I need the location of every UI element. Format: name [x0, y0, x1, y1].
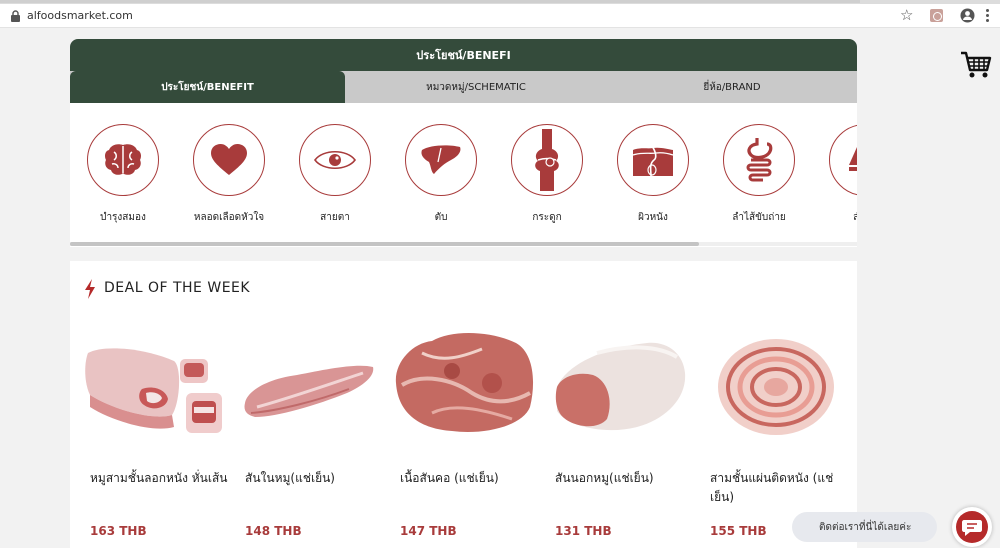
benefit-panel: ประโยชน์/BENEFI ประโยชน์/BENEFIT หมวดหมู…	[70, 39, 857, 247]
category-tabs: ประโยชน์/BENEFIT หมวดหมู่/SCHEMATIC ยี่ห…	[70, 71, 857, 103]
product-card[interactable]: เนื้อสันคอ (แช่เย็น) 147 THB	[392, 323, 542, 538]
category-label: หลอดเลือดหัวใจ	[193, 212, 265, 223]
category-label: สายตา	[320, 212, 350, 223]
product-name[interactable]: เนื้อสันคอ (แช่เย็น)	[400, 469, 540, 488]
category-label: สำหร	[812, 210, 857, 225]
intestine-icon	[746, 138, 773, 182]
lock-icon	[11, 10, 20, 22]
chat-button-fill	[956, 511, 988, 543]
product-price: 155 THB	[710, 524, 767, 538]
star-icon[interactable]: ☆	[900, 6, 913, 24]
product-name[interactable]: หมูสามชั้นลอกหนัง หั่นเส้น	[90, 469, 230, 488]
section-title: DEAL OF THE WEEK	[104, 280, 251, 296]
benefit-categories: บำรุงสมอง หลอดเลือดหัวใจ สายตา ตับ กระดู…	[70, 124, 857, 234]
product-image[interactable]	[547, 323, 693, 443]
category-intestine[interactable]: ลำไส้ขับถ่าย	[706, 124, 812, 225]
lightning-icon	[85, 279, 95, 299]
product-card[interactable]: สามชั้นแผ่นติดหนัง (แช่เย็น) 155 THB	[702, 323, 852, 538]
panel-title: ประโยชน์/BENEFI	[70, 39, 857, 71]
tab-benefit[interactable]: ประโยชน์/BENEFIT	[70, 71, 345, 103]
category-label: ลำไส้ขับถ่าย	[732, 212, 786, 223]
liver-icon	[421, 145, 461, 174]
url-text[interactable]: alfoodsmarket.com	[27, 9, 133, 22]
category-partial[interactable]: สำหร	[812, 124, 857, 225]
tab-indicator	[0, 0, 860, 3]
product-image[interactable]	[237, 323, 383, 443]
product-card[interactable]: สันนอกหมู(แช่เย็น) 131 THB	[547, 323, 697, 538]
chat-button[interactable]	[952, 507, 992, 547]
product-image[interactable]	[702, 323, 848, 443]
category-bone[interactable]: กระดูก	[494, 124, 600, 225]
category-circle	[511, 124, 583, 196]
bone-joint-icon	[535, 129, 559, 191]
category-circle	[87, 124, 159, 196]
partial-category-icon	[849, 147, 857, 171]
deal-of-the-week-section: DEAL OF THE WEEK หมูสามชั้นลอกหนัง หั่นเ…	[70, 261, 857, 548]
product-card[interactable]: สันในหมู(แช่เย็น) 148 THB	[237, 323, 387, 538]
product-price: 148 THB	[245, 524, 302, 538]
category-label: กระดูก	[532, 212, 562, 223]
profile-icon[interactable]	[960, 8, 975, 23]
address-bar[interactable]: alfoodsmarket.com ☆	[0, 4, 1000, 28]
category-circle	[405, 124, 477, 196]
eye-icon	[314, 150, 356, 170]
product-name[interactable]: สามชั้นแผ่นติดหนัง (แช่เย็น)	[710, 469, 850, 507]
product-price: 163 THB	[90, 524, 147, 538]
product-card[interactable]: หมูสามชั้นลอกหนัง หั่นเส้น 163 THB	[82, 323, 232, 538]
category-skin[interactable]: ผิวหนัง	[600, 124, 706, 225]
category-label: บำรุงสมอง	[100, 212, 146, 223]
category-circle	[617, 124, 689, 196]
chat-prompt[interactable]: ติดต่อเราที่นี่ได้เลยค่ะ	[792, 512, 937, 542]
category-eye[interactable]: สายตา	[282, 124, 388, 225]
category-label: ผิวหนัง	[638, 212, 668, 223]
category-label: ตับ	[434, 212, 448, 223]
tab-brand[interactable]: ยี่ห้อ/BRAND	[607, 71, 857, 103]
category-brain[interactable]: บำรุงสมอง	[70, 124, 176, 225]
heart-icon	[211, 144, 247, 175]
category-liver[interactable]: ตับ	[388, 124, 494, 225]
product-price: 147 THB	[400, 524, 457, 538]
category-circle	[299, 124, 371, 196]
category-circle	[193, 124, 265, 196]
product-image[interactable]	[392, 323, 538, 443]
category-circle	[723, 124, 795, 196]
brain-icon	[105, 144, 141, 175]
category-heart[interactable]: หลอดเลือดหัวใจ	[176, 124, 282, 225]
product-name[interactable]: สันนอกหมู(แช่เย็น)	[555, 469, 695, 488]
tab-schematic[interactable]: หมวดหมู่/SCHEMATIC	[345, 71, 607, 103]
chat-icon	[962, 520, 982, 536]
category-circle	[829, 124, 857, 196]
skin-icon	[632, 145, 674, 177]
cart-icon[interactable]	[960, 50, 992, 80]
scrollbar-thumb[interactable]	[70, 242, 699, 246]
product-name[interactable]: สันในหมู(แช่เย็น)	[245, 469, 385, 488]
menu-icon[interactable]	[986, 9, 990, 23]
product-image[interactable]	[82, 323, 228, 443]
horizontal-scrollbar[interactable]	[70, 242, 857, 246]
product-price: 131 THB	[555, 524, 612, 538]
pdf-extension-icon[interactable]	[930, 9, 943, 22]
